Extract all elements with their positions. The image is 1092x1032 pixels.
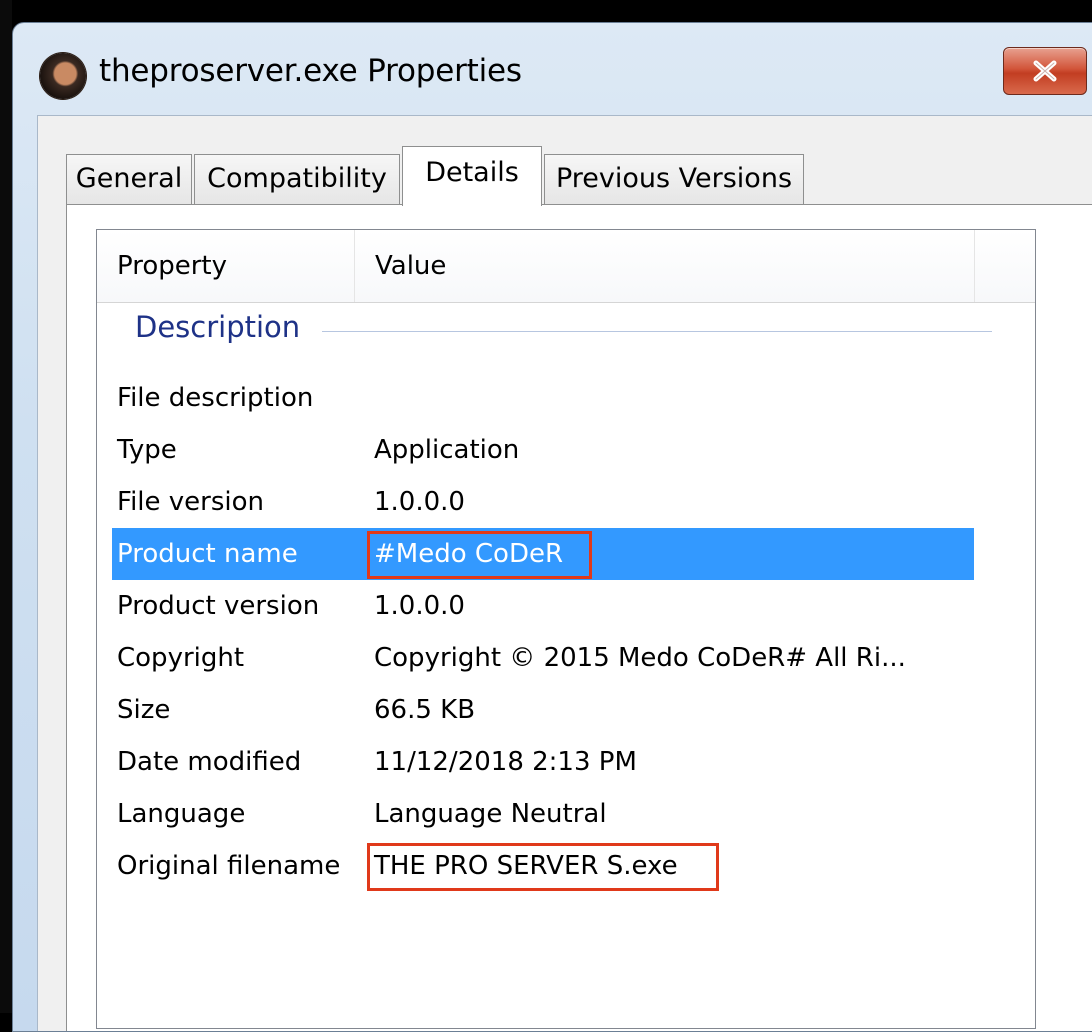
list-item[interactable]: Language Language Neutral <box>112 788 974 840</box>
dialog-client-area: General Compatibility Previous Versions … <box>37 115 1092 1031</box>
tab-general[interactable]: General <box>66 154 192 204</box>
property-value: THE PRO SERVER S.exe <box>374 851 678 881</box>
desktop-background <box>0 0 12 1013</box>
list-item[interactable]: Date modified 11/12/2018 2:13 PM <box>112 736 974 788</box>
close-button[interactable] <box>1003 47 1087 95</box>
listview-header: Property Value <box>97 230 1035 303</box>
property-name: Product version <box>117 591 320 621</box>
group-header-description[interactable]: Description <box>135 310 300 344</box>
list-item[interactable]: File description <box>112 372 974 424</box>
property-name: Product name <box>117 539 298 569</box>
list-item[interactable]: Original filename THE PRO SERVER S.exe <box>112 840 974 892</box>
property-value: #Medo CoDeR <box>374 539 564 569</box>
property-value: 11/12/2018 2:13 PM <box>374 747 637 777</box>
property-name: Copyright <box>117 643 245 673</box>
property-value: Application <box>374 435 520 465</box>
list-item[interactable]: Type Application <box>112 424 974 476</box>
list-item[interactable]: Product version 1.0.0.0 <box>112 580 974 632</box>
property-value: Language Neutral <box>374 799 607 829</box>
property-value: 1.0.0.0 <box>374 487 465 517</box>
property-name: Size <box>117 695 171 725</box>
property-value: 66.5 KB <box>374 695 476 725</box>
tab-previous-versions[interactable]: Previous Versions <box>544 154 804 204</box>
column-header-property[interactable]: Property <box>97 230 355 302</box>
list-item[interactable]: File version 1.0.0.0 <box>112 476 974 528</box>
property-value: 1.0.0.0 <box>374 591 465 621</box>
property-name: Type <box>117 435 177 465</box>
tab-compatibility[interactable]: Compatibility <box>194 154 400 204</box>
properties-window: theproserver.exe Properties General Comp… <box>12 22 1092 1032</box>
window-title: theproserver.exe Properties <box>99 53 522 89</box>
group-divider <box>322 331 992 332</box>
tab-details[interactable]: Details <box>402 146 542 206</box>
property-name: Original filename <box>117 851 341 881</box>
details-listview[interactable]: Property Value Description File descript… <box>96 229 1036 1029</box>
property-value: Copyright © 2015 Medo CoDeR# All Ri... <box>374 643 906 673</box>
title-bar[interactable]: theproserver.exe Properties <box>13 23 1092 123</box>
property-name: Date modified <box>117 747 302 777</box>
list-item[interactable]: Size 66.5 KB <box>112 684 974 736</box>
list-item-selected[interactable]: Product name #Medo CoDeR <box>112 528 974 580</box>
property-name: Language <box>117 799 246 829</box>
close-icon <box>1033 60 1057 82</box>
property-name: File description <box>117 383 314 413</box>
app-icon <box>40 53 86 99</box>
property-name: File version <box>117 487 264 517</box>
list-item[interactable]: Copyright Copyright © 2015 Medo CoDeR# A… <box>112 632 974 684</box>
column-header-value[interactable]: Value <box>355 230 975 302</box>
